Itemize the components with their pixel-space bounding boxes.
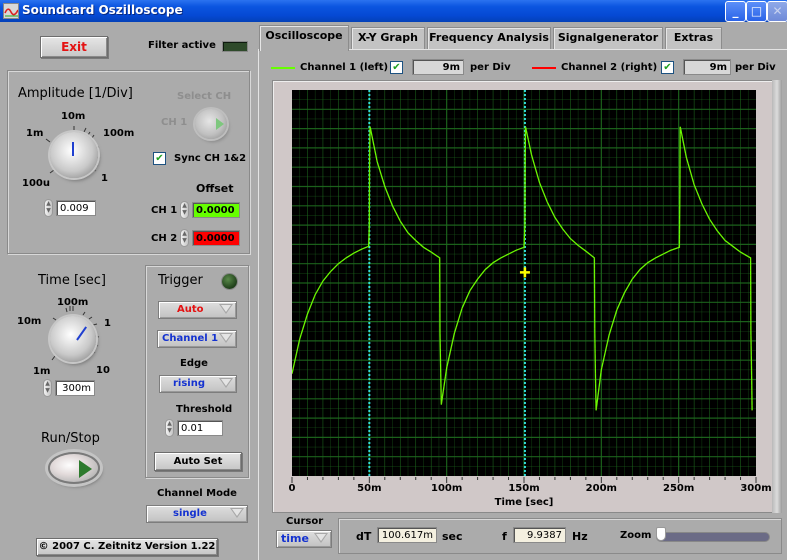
title-bar: Soundcard Oszilloscope _ □ ✕ [0,0,787,22]
select-ch-label: CH 1 [161,117,188,128]
trigger-source-value: Channel 1 [162,333,219,344]
time-knob[interactable] [50,316,96,362]
amplitude-title: Amplitude [1/Div] [18,86,133,101]
offset-ch1-input[interactable]: 0.0000 [192,202,240,218]
close-button[interactable]: ✕ [767,1,787,22]
channel-mode-value: single [173,508,207,519]
filter-active-label: Filter active [148,40,216,51]
maximize-icon: □ [750,4,763,18]
select-ch-title: Select CH [177,91,232,102]
run-stop-button[interactable] [48,452,100,484]
time-spinner[interactable]: ▲ ▼ [43,379,52,397]
minimize-button[interactable]: _ [725,1,746,22]
sync-label: Sync CH 1&2 [174,153,247,164]
chevron-down-icon [219,333,233,343]
filter-led [222,41,248,52]
x-tick-label: 150m [508,483,540,494]
ch1-per-div-input[interactable]: 9m [412,59,464,75]
dt-unit: sec [442,530,463,543]
amplitude-knob[interactable] [50,132,98,178]
ch1-label: Channel 1 (left) [300,62,389,73]
x-tick-label: 100m [431,483,463,494]
time-value-input[interactable]: 300m [55,380,95,396]
offset-ch1-spinner[interactable]: ▲ ▼ [180,201,189,219]
chevron-down-icon [219,304,233,314]
knob-indicator [76,326,87,341]
window-title: Soundcard Oszilloscope [22,3,183,17]
ch2-label: Channel 2 (right) [561,62,658,73]
time-tick-10m: 10m [17,316,42,327]
dt-label: dT [356,530,372,543]
maximize-button[interactable]: □ [746,1,767,22]
run-stop-label: Run/Stop [41,431,100,446]
offset-ch2-label: CH 2 [151,233,178,244]
trigger-mode-value: Auto [177,304,204,315]
tab-xy-graph[interactable]: X-Y Graph [351,27,425,49]
x-tick-label: 250m [663,483,695,494]
trigger-mode-dropdown[interactable]: Auto [158,301,237,319]
ch1-per-div-unit: per Div [470,62,511,73]
edge-label: Edge [180,358,208,369]
trigger-edge-value: rising [173,378,206,389]
trigger-led [222,274,237,289]
exit-button[interactable]: Exit [40,36,108,58]
copyright-label: © 2007 C. Zeitnitz Version 1.22 [36,538,218,556]
ch1-legend-line [271,67,295,69]
tab-extras[interactable]: Extras [665,27,722,49]
ch1-checkbox[interactable]: ✔ [390,61,403,74]
amplitude-spinner[interactable]: ▲ ▼ [44,199,53,217]
trigger-title: Trigger [158,273,203,288]
ch2-per-div-unit: per Div [735,62,776,73]
select-ch-button[interactable] [195,109,227,139]
knob-indicator [72,142,74,156]
zoom-slider-thumb[interactable] [656,527,666,541]
tab-oscilloscope[interactable]: Oscilloscope [259,25,349,51]
close-icon: ✕ [772,4,783,18]
app-icon [3,3,19,19]
play-icon [79,460,92,478]
threshold-spinner[interactable]: ▲ ▼ [165,419,174,437]
f-label: f [502,530,507,543]
minimize-icon: _ [732,4,739,18]
sync-checkbox[interactable]: ✔ [153,152,166,165]
trigger-source-dropdown[interactable]: Channel 1 [157,330,237,348]
play-icon [216,118,224,130]
tab-signalgenerator[interactable]: Signalgenerator [553,27,663,49]
plot-scrollbar[interactable] [772,80,782,513]
ch2-per-div-input[interactable]: 9m [683,59,731,75]
trigger-edge-dropdown[interactable]: rising [159,375,237,393]
offset-ch2-spinner[interactable]: ▲ ▼ [180,229,189,247]
x-tick-label: 200m [585,483,617,494]
ch2-legend-line [532,67,556,69]
offset-ch1-label: CH 1 [151,205,178,216]
channel-mode-label: Channel Mode [157,488,237,499]
ch2-checkbox[interactable]: ✔ [661,61,674,74]
x-tick-label: 300m [740,483,772,494]
f-unit: Hz [572,530,588,543]
amplitude-value-input[interactable]: 0.009 [56,200,96,216]
auto-set-button[interactable]: Auto Set [154,452,242,471]
x-axis-title: Time [sec] [494,497,554,508]
threshold-input[interactable]: 0.01 [177,420,223,436]
cursor-label: Cursor [286,516,324,527]
channel-mode-dropdown[interactable]: single [146,505,248,523]
zoom-slider-track[interactable] [656,532,770,542]
trigger-frame [145,265,249,478]
cursor-mode-value: time [281,532,309,545]
time-title: Time [sec] [38,273,107,288]
x-tick-label: 50m [357,483,382,494]
offset-ch2-input[interactable]: 0.0000 [192,230,240,246]
f-value: 9.9387 [513,527,566,543]
zoom-label: Zoom [620,530,652,541]
threshold-label: Threshold [176,404,233,415]
cursor-mode-dropdown[interactable]: time [276,530,332,548]
chevron-down-icon [219,378,233,388]
oscilloscope-plot[interactable] [292,90,756,476]
chevron-down-icon [230,508,244,518]
offset-title: Offset [196,182,234,195]
tab-frequency-analysis[interactable]: Frequency Analysis [427,27,551,49]
dt-value: 100.617m [377,527,437,543]
x-tick-label: 0 [288,483,296,494]
chevron-down-icon [314,533,328,543]
